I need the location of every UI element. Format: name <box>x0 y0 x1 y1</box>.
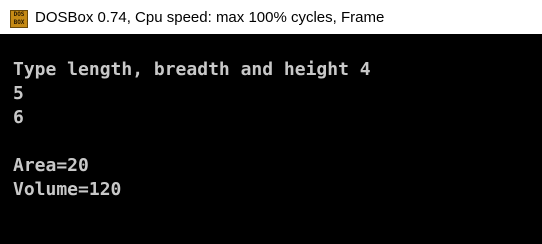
icon-text-top: DOS <box>13 11 25 18</box>
dosbox-app-icon[interactable]: DOS BOX <box>10 10 28 28</box>
console-line: 5 <box>13 83 24 104</box>
console-line: Volume=120 <box>13 179 122 200</box>
title-bar[interactable]: DOS BOX DOSBox 0.74, Cpu speed: max 100%… <box>0 0 542 34</box>
dosbox-window: DOS BOX DOSBox 0.74, Cpu speed: max 100%… <box>0 0 542 244</box>
icon-text-bottom: BOX <box>13 19 25 26</box>
console-area-top <box>0 34 542 55</box>
console-line: Type length, breadth and height 4 <box>13 59 371 80</box>
window-title: DOSBox 0.74, Cpu speed: max 100% cycles,… <box>35 9 385 26</box>
console-line: 6 <box>13 107 24 128</box>
console-line: Area=20 <box>13 155 89 176</box>
console-output: Type length, breadth and height 4 5 6 Ar… <box>13 58 371 202</box>
